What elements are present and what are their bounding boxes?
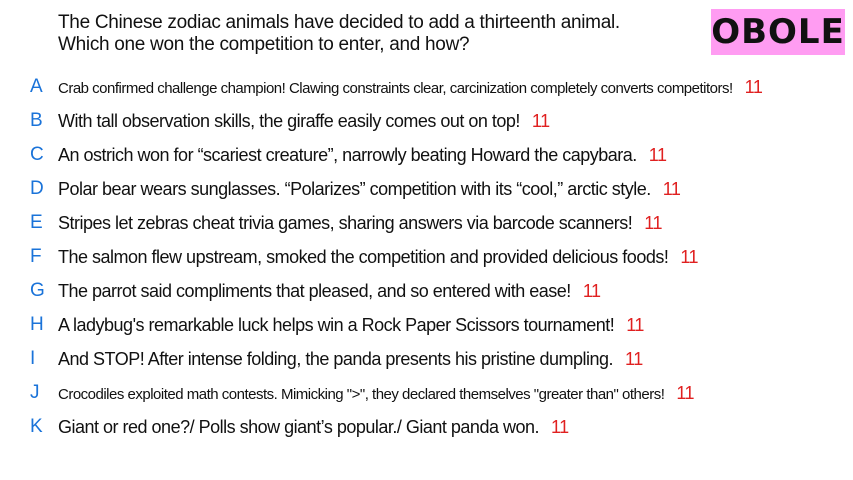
option-text: With tall observation skills, the giraff…: [58, 111, 550, 132]
option-letter: H: [30, 314, 44, 335]
option-g[interactable]: G The parrot said compliments that pleas…: [0, 274, 853, 308]
option-text: The parrot said compliments that pleased…: [58, 281, 601, 302]
option-k[interactable]: K Giant or red one?/ Polls show giant’s …: [0, 410, 853, 444]
option-i[interactable]: I And STOP! After intense folding, the p…: [0, 342, 853, 376]
option-count: 11: [626, 314, 644, 335]
option-h[interactable]: H A ladybug's remarkable luck helps win …: [0, 308, 853, 342]
option-text-content: Crocodiles exploited math contests. Mimi…: [58, 385, 665, 403]
option-text: A ladybug's remarkable luck helps win a …: [58, 315, 644, 336]
option-letter: B: [30, 110, 43, 131]
option-count: 11: [582, 280, 601, 301]
option-b[interactable]: B With tall observation skills, the gira…: [0, 104, 853, 138]
option-f[interactable]: F The salmon flew upstream, smoked the c…: [0, 240, 853, 274]
option-count: 11: [662, 178, 681, 199]
option-text: Polar bear wears sunglasses. “Polarizes”…: [58, 178, 681, 200]
option-text-content: With tall observation skills, the giraff…: [58, 110, 520, 131]
option-letter: F: [30, 246, 42, 267]
option-text: And STOP! After intense folding, the pan…: [58, 349, 643, 370]
option-text: An ostrich won for “scariest creature”, …: [58, 144, 667, 166]
option-count: 11: [680, 246, 699, 267]
option-text-content: An ostrich won for “scariest creature”, …: [58, 144, 637, 165]
option-text: Giant or red one?/ Polls show giant’s po…: [58, 417, 569, 438]
option-letter: E: [30, 212, 43, 233]
option-text: The salmon flew upstream, smoked the com…: [58, 246, 699, 268]
option-d[interactable]: D Polar bear wears sunglasses. “Polarize…: [0, 172, 853, 206]
option-e[interactable]: E Stripes let zebras cheat trivia games,…: [0, 206, 853, 240]
option-text-content: The salmon flew upstream, smoked the com…: [58, 246, 669, 267]
option-letter: G: [30, 280, 45, 301]
option-letter: A: [30, 76, 43, 97]
question: The Chinese zodiac animals have decided …: [58, 12, 678, 56]
option-j[interactable]: J Crocodiles exploited math contests. Mi…: [0, 376, 853, 410]
option-text-content: And STOP! After intense folding, the pan…: [58, 348, 614, 369]
option-text: Crab confirmed challenge champion! Clawi…: [58, 76, 763, 98]
option-letter: I: [30, 348, 36, 369]
option-text-content: Stripes let zebras cheat trivia games, s…: [58, 212, 633, 233]
option-count: 11: [648, 144, 667, 165]
option-letter: C: [30, 144, 44, 165]
option-count: 11: [531, 110, 550, 131]
option-count: 11: [644, 212, 662, 233]
option-c[interactable]: C An ostrich won for “scariest creature”…: [0, 138, 853, 172]
option-letter: J: [30, 382, 40, 403]
question-line-1: The Chinese zodiac animals have decided …: [58, 12, 620, 33]
option-text-content: Giant or red one?/ Polls show giant’s po…: [58, 416, 540, 437]
option-text-content: A ladybug's remarkable luck helps win a …: [58, 314, 615, 335]
option-a[interactable]: A Crab confirmed challenge champion! Cla…: [0, 70, 853, 104]
option-text: Stripes let zebras cheat trivia games, s…: [58, 213, 662, 234]
option-count: 11: [744, 76, 763, 97]
question-line-2: Which one won the competition to enter, …: [58, 34, 470, 55]
option-text-content: Polar bear wears sunglasses. “Polarizes”…: [58, 178, 651, 199]
option-letter: D: [30, 178, 44, 199]
option-text-content: Crab confirmed challenge champion! Clawi…: [58, 79, 733, 97]
option-count: 11: [676, 382, 695, 403]
option-text: Crocodiles exploited math contests. Mimi…: [58, 382, 695, 404]
option-count: 11: [625, 348, 643, 369]
option-letter: K: [30, 416, 43, 437]
option-count: 11: [551, 416, 569, 437]
obole-badge: OBOLE: [711, 9, 845, 55]
option-text-content: The parrot said compliments that pleased…: [58, 280, 571, 301]
